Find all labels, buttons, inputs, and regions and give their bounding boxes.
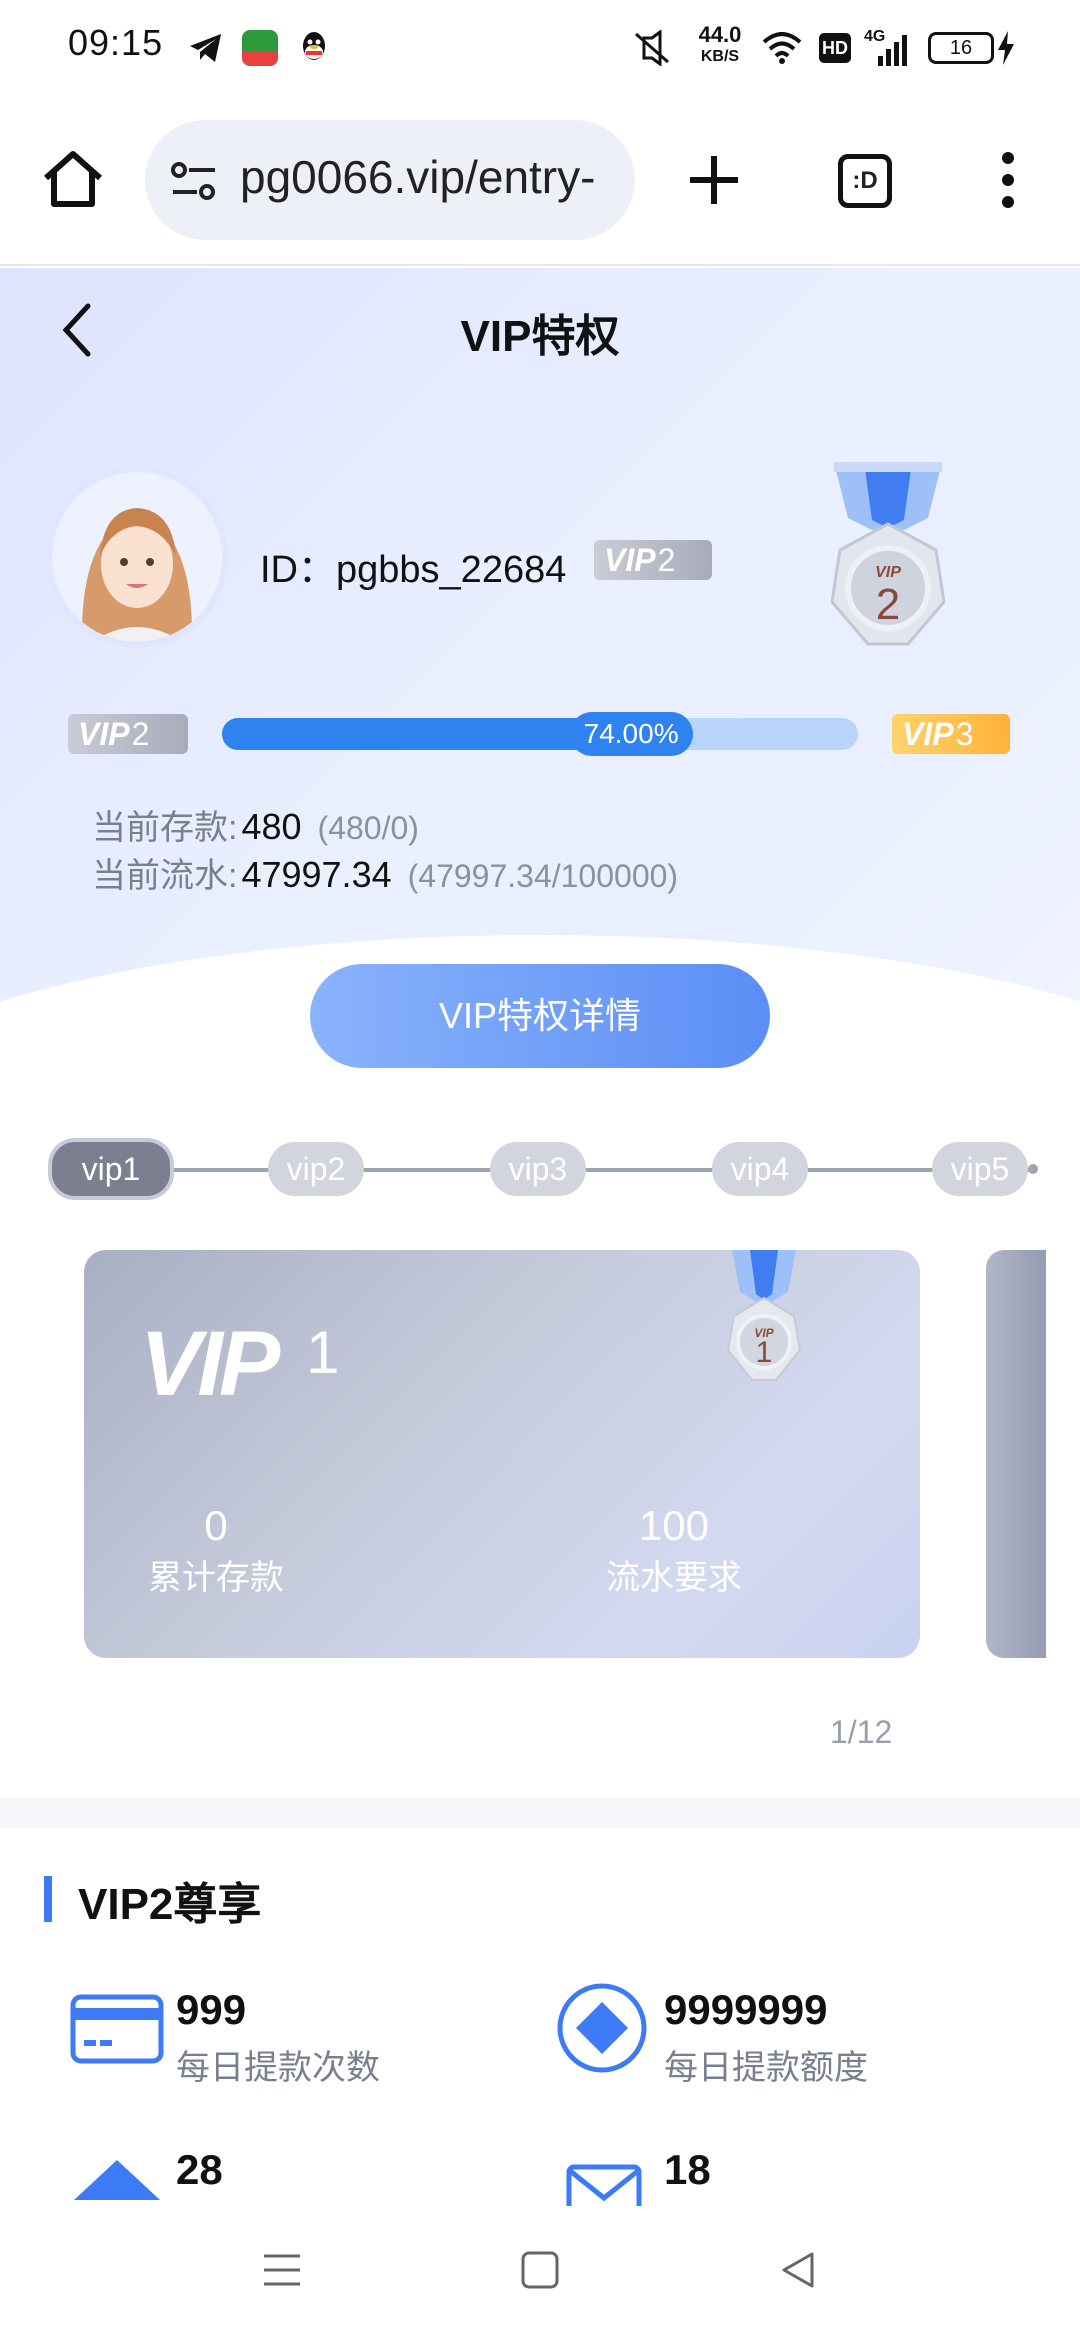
perk-value: 9999999 (664, 1986, 828, 2033)
deposit-stat: 当前存款: 480 (480/0) (92, 806, 419, 847)
hd-icon: HD (818, 28, 852, 68)
card-deposit-value: 0 (204, 1502, 228, 1549)
user-vip-badge: VIP 2 (594, 540, 712, 580)
envelope-icon (566, 2164, 642, 2220)
charging-icon (996, 28, 1016, 68)
oppo-app-icon (240, 28, 280, 68)
level-tab-vip3[interactable]: vip3 (490, 1142, 586, 1196)
vip-medal-icon: VIP 2 (808, 454, 968, 664)
user-id: ID：pgbbs_22684 (260, 549, 567, 591)
mute-icon (630, 28, 674, 68)
wifi-icon (760, 28, 804, 68)
status-bar: 09:15 44.0 KB/S HD 4G 16 (0, 0, 1080, 98)
perk-value: 28 (176, 2146, 223, 2193)
qq-icon (294, 28, 334, 68)
level-tab-vip1[interactable]: vip1 (48, 1138, 174, 1200)
avatar[interactable] (46, 466, 228, 648)
card-turnover-label: 流水要求 (606, 1559, 742, 1597)
card-icon (70, 1994, 164, 2064)
next-card-peek[interactable] (986, 1250, 1046, 1658)
menu-icon[interactable] (262, 2250, 302, 2290)
status-time: 09:15 (68, 22, 164, 63)
section-title: VIP2尊享 (78, 1880, 262, 1929)
page-title: VIP特权 (460, 312, 620, 361)
perk-value: 999 (176, 1986, 247, 2033)
arrow-up-icon (74, 2160, 160, 2206)
level-tab-vip2[interactable]: vip2 (268, 1142, 364, 1196)
url-text[interactable]: pg0066.vip/entry- (240, 150, 630, 204)
card-turnover-value: 100 (638, 1502, 710, 1549)
card-vip-text: VIP (140, 1313, 280, 1415)
card-pager: 1/12 (830, 1714, 893, 1750)
level-tab-vip5[interactable]: vip5 (932, 1142, 1028, 1196)
battery-indicator: 16 (928, 32, 994, 64)
next-level-badge: VIP 3 (892, 714, 1010, 754)
card-medal-icon: VIP 1 (714, 1250, 814, 1410)
perk-label: 每日提款额度 (664, 2049, 868, 2087)
site-settings-icon[interactable] (169, 160, 219, 204)
back-triangle-icon[interactable] (778, 2250, 818, 2290)
net-speed: 44.0 KB/S (698, 22, 742, 66)
address-bar[interactable]: pg0066.vip/entry- (145, 120, 635, 240)
current-level-badge: VIP 2 (68, 714, 188, 754)
new-tab-icon[interactable] (686, 152, 742, 208)
card-level-number: 1 (306, 1319, 340, 1386)
vip-level-card[interactable]: VIP 1 VIP 1 0 累计存款 100 流水要求 (84, 1250, 920, 1658)
perk-label: 每日提款次数 (176, 2049, 380, 2087)
level-track-end-dot (1028, 1164, 1038, 1174)
more-icon[interactable] (998, 150, 1018, 210)
vip-progress-bar: 74.00% (222, 712, 858, 756)
section-divider (0, 1798, 1080, 1828)
vip-details-button[interactable]: VIP特权详情 (310, 964, 770, 1068)
telegram-icon (186, 28, 226, 68)
home-icon[interactable] (40, 146, 106, 212)
back-icon[interactable] (58, 300, 98, 360)
card-deposit-label: 累计存款 (148, 1559, 284, 1597)
perk-value: 18 (664, 2146, 711, 2193)
tab-switcher-button[interactable]: :D (838, 154, 892, 208)
section-accent-bar (44, 1876, 52, 1922)
vip-progress-label: 74.00% (569, 712, 693, 756)
diamond-icon (556, 1982, 648, 2074)
system-nav-bar (0, 2206, 1080, 2340)
turnover-stat: 当前流水: 47997.34 (47997.34/100000) (92, 854, 679, 895)
signal-icon: 4G (864, 28, 908, 68)
home-square-icon[interactable] (520, 2250, 560, 2290)
browser-toolbar: pg0066.vip/entry- :D (0, 98, 1080, 266)
level-tab-vip4[interactable]: vip4 (712, 1142, 808, 1196)
